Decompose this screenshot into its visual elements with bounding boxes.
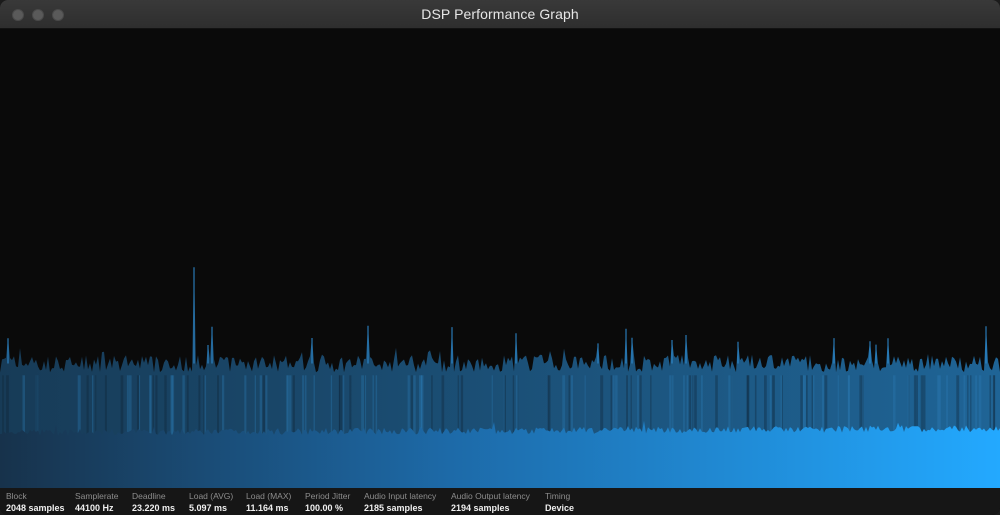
stat-value: 5.097 ms — [189, 503, 228, 513]
stat-load-avg: Load (AVG) 5.097 ms — [189, 491, 233, 514]
stat-value: 100.00 % — [305, 503, 344, 513]
stat-label: Samplerate — [75, 491, 119, 501]
stat-audio-output-latency: Audio Output latency 2194 samples — [451, 491, 530, 514]
stat-samplerate: Samplerate 44100 Hz — [75, 491, 118, 514]
stat-value: 44100 Hz — [75, 503, 114, 513]
stat-label: Period Jitter — [305, 491, 351, 501]
stat-label: Timing — [545, 491, 571, 501]
stat-timing: Timing Device — [545, 491, 574, 514]
stat-value: 2048 samples — [6, 503, 65, 513]
dsp-performance-window: DSP Performance Graph Block 2048 samples — [0, 0, 1000, 515]
stat-audio-input-latency: Audio Input latency 2185 samples — [364, 491, 436, 514]
stat-load-max: Load (MAX) 11.164 ms — [246, 491, 291, 514]
stat-value: 23.220 ms — [132, 503, 176, 513]
stat-label: Load (AVG) — [189, 491, 234, 501]
stat-label: Audio Output latency — [451, 491, 530, 501]
stat-label: Audio Input latency — [364, 491, 437, 501]
stat-block: Block 2048 samples — [6, 491, 65, 514]
stat-value: 11.164 ms — [246, 503, 289, 513]
stat-value: Device — [545, 503, 575, 513]
performance-graph-svg — [0, 267, 1000, 488]
stat-label: Deadline — [132, 491, 166, 501]
stat-label: Load (MAX) — [246, 491, 292, 501]
stat-period-jitter: Period Jitter 100.00 % — [305, 491, 350, 514]
stat-label: Block — [6, 491, 27, 501]
window-title: DSP Performance Graph — [421, 6, 579, 22]
performance-graph — [0, 29, 1000, 488]
title-bar: DSP Performance Graph — [0, 0, 1000, 29]
stat-value: 2185 samples — [364, 503, 423, 513]
stat-value: 2194 samples — [451, 503, 510, 513]
stat-deadline: Deadline 23.220 ms — [132, 491, 175, 514]
stats-bar: Block 2048 samples Samplerate 44100 Hz D… — [0, 488, 1000, 515]
